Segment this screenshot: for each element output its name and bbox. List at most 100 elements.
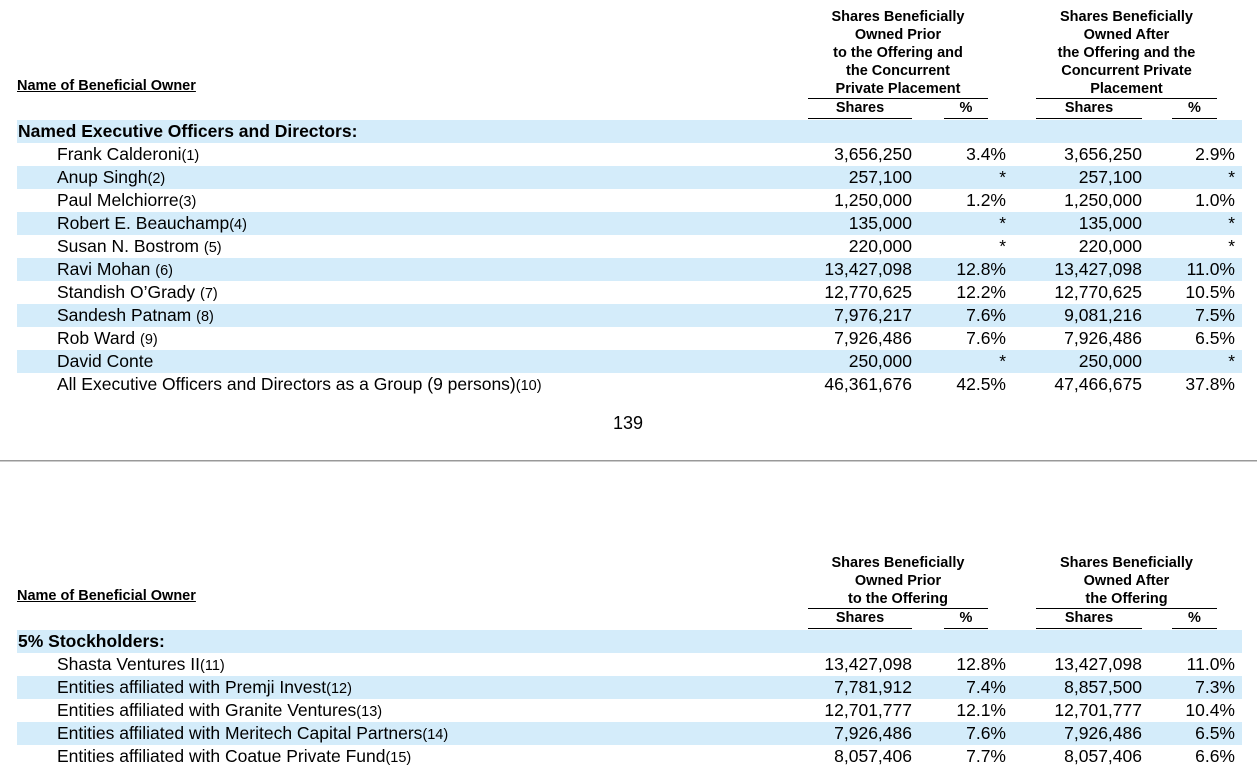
prior-shares-cell: 135,000 <box>848 213 912 233</box>
after-pct-cell: 7.5% <box>1195 305 1235 325</box>
table-row: Rob Ward (9) 7,926,486 7.6% 7,926,486 6.5% <box>17 327 1242 350</box>
prior-pct-cell: 12.1% <box>956 700 1006 720</box>
shares-column-header: Shares <box>1064 100 1114 116</box>
prior-shares-cell: 3,656,250 <box>834 144 912 164</box>
column-rule <box>808 628 912 629</box>
after-shares-cell: 257,100 <box>1078 167 1142 187</box>
owner-name: David Conte <box>57 351 153 372</box>
prior-pct-cell: 1.2% <box>966 190 1006 210</box>
owner-name: All Executive Officers and Directors as … <box>57 374 542 395</box>
header-line: to the Offering <box>848 591 948 607</box>
table-row: Entities affiliated with Coatue Private … <box>17 745 1242 768</box>
header-rule <box>1036 98 1217 99</box>
prior-pct-cell: 7.6% <box>966 328 1006 348</box>
footnote-ref: (14) <box>422 727 449 743</box>
column-rule <box>944 628 988 629</box>
header-line: Owned After <box>1083 573 1170 589</box>
prior-pct-cell: 12.8% <box>956 654 1006 674</box>
owner-name: Susan N. Bostrom (5) <box>57 236 222 257</box>
section-label: 5% Stockholders: <box>18 631 165 651</box>
owner-name: Rob Ward (9) <box>57 328 158 349</box>
footnote-ref: (3) <box>178 194 197 210</box>
prior-offering-header: Shares Beneficially Owned Prior to the O… <box>808 554 988 608</box>
header-line: Owned Prior <box>854 27 942 43</box>
owner-name: Paul Melchiorre(3) <box>57 190 196 211</box>
after-shares-cell: 7,926,486 <box>1064 723 1142 743</box>
after-shares-cell: 9,081,216 <box>1064 305 1142 325</box>
after-offering-header: Shares Beneficially Owned After the Offe… <box>1036 554 1217 608</box>
footnote-ref: (6) <box>155 263 173 279</box>
pct-column-header: % <box>1188 610 1201 626</box>
owner-name: Shasta Ventures II(11) <box>57 654 225 675</box>
footnote-ref: (12) <box>326 681 352 697</box>
column-rule <box>808 118 912 119</box>
after-offering-header: Shares Beneficially Owned After the Offe… <box>1036 8 1217 98</box>
shares-column-header: Shares <box>1064 610 1114 626</box>
table-row: Entities affiliated with Meritech Capita… <box>17 722 1242 745</box>
header-line: Owned Prior <box>854 573 942 589</box>
table-row: Entities affiliated with Granite Venture… <box>17 699 1242 722</box>
footnote-ref: (4) <box>229 217 247 233</box>
prior-shares-cell: 7,781,912 <box>834 677 912 697</box>
prior-pct-cell: 12.2% <box>956 282 1006 302</box>
after-shares-cell: 13,427,098 <box>1054 654 1142 674</box>
prior-shares-cell: 250,000 <box>848 351 912 371</box>
prior-shares-cell: 7,926,486 <box>834 723 912 743</box>
table-row: Anup Singh(2) 257,100 * 257,100 * <box>17 166 1242 189</box>
section-header-row: 5% Stockholders: <box>17 630 1242 653</box>
after-shares-cell: 3,656,250 <box>1064 144 1142 164</box>
owner-name-text: Ravi Mohan <box>57 259 156 279</box>
header-rule <box>1036 608 1217 609</box>
prior-pct-cell: * <box>999 213 1006 233</box>
pct-column-header: % <box>1188 100 1201 116</box>
prior-shares-cell: 12,701,777 <box>824 700 912 720</box>
after-shares-cell: 12,770,625 <box>1054 282 1142 302</box>
owner-name-text: Shasta Ventures II <box>57 654 201 674</box>
after-pct-cell: 11.0% <box>1186 654 1235 674</box>
footnote-ref: (1) <box>181 148 200 164</box>
prior-shares-cell: 220,000 <box>848 236 912 256</box>
prior-pct-cell: 7.6% <box>966 305 1006 325</box>
after-pct-cell: 6.6% <box>1195 746 1235 766</box>
pct-column-header: % <box>959 610 973 626</box>
table-row: Robert E. Beauchamp(4) 135,000 * 135,000 * <box>17 212 1242 235</box>
after-shares-cell: 250,000 <box>1078 351 1142 371</box>
after-shares-cell: 135,000 <box>1078 213 1142 233</box>
header-line: Private Placement <box>835 81 961 97</box>
owner-name: Robert E. Beauchamp(4) <box>57 213 247 234</box>
header-line: the Offering and the <box>1057 45 1196 61</box>
after-pct-cell: 6.5% <box>1195 723 1235 743</box>
owner-name-text: All Executive Officers and Directors as … <box>57 374 516 394</box>
prior-shares-cell: 8,057,406 <box>834 746 912 766</box>
table-row: David Conte 250,000 * 250,000 * <box>17 350 1242 373</box>
owner-name-text: Entities affiliated with Granite Venture… <box>57 700 357 720</box>
owner-name: Entities affiliated with Meritech Capita… <box>57 723 448 744</box>
owner-column-header: Name of Beneficial Owner <box>17 78 196 94</box>
table-row: Frank Calderoni(1) 3,656,250 3.4% 3,656,250… <box>17 143 1242 166</box>
pct-column-header: % <box>959 100 973 116</box>
after-pct-cell: * <box>1228 167 1235 187</box>
prior-shares-cell: 13,427,098 <box>824 654 912 674</box>
after-pct-cell: 7.3% <box>1195 677 1235 697</box>
owner-name-text: Frank Calderoni <box>57 144 182 164</box>
owner-name-text: Susan N. Bostrom <box>57 236 204 256</box>
owner-name: Standish O’Grady (7) <box>57 282 218 303</box>
header-line: Shares Beneficially <box>1060 9 1193 25</box>
table-row: Ravi Mohan (6) 13,427,098 12.8% 13,427,098 1… <box>17 258 1242 281</box>
after-pct-cell: 10.5% <box>1185 282 1235 302</box>
after-pct-cell: 6.5% <box>1195 328 1235 348</box>
footnote-ref: (9) <box>140 332 158 348</box>
owner-name-text: Entities affiliated with Premji Invest <box>57 677 327 697</box>
column-rule <box>1036 118 1142 119</box>
owner-name-text: Sandesh Patnam <box>57 305 197 325</box>
prior-pct-cell: * <box>999 236 1006 256</box>
column-rule <box>1172 118 1217 119</box>
shares-column-header: Shares <box>835 100 885 116</box>
owner-name: Entities affiliated with Premji Invest(1… <box>57 677 352 698</box>
owner-name-text: Entities affiliated with Coatue Private … <box>57 746 386 766</box>
after-pct-cell: 10.4% <box>1185 700 1235 720</box>
prior-shares-cell: 7,976,217 <box>834 305 912 325</box>
column-rule <box>1172 628 1217 629</box>
table-row: Standish O’Grady (7) 12,770,625 12.2% 12,77… <box>17 281 1242 304</box>
header-rule <box>808 608 988 609</box>
